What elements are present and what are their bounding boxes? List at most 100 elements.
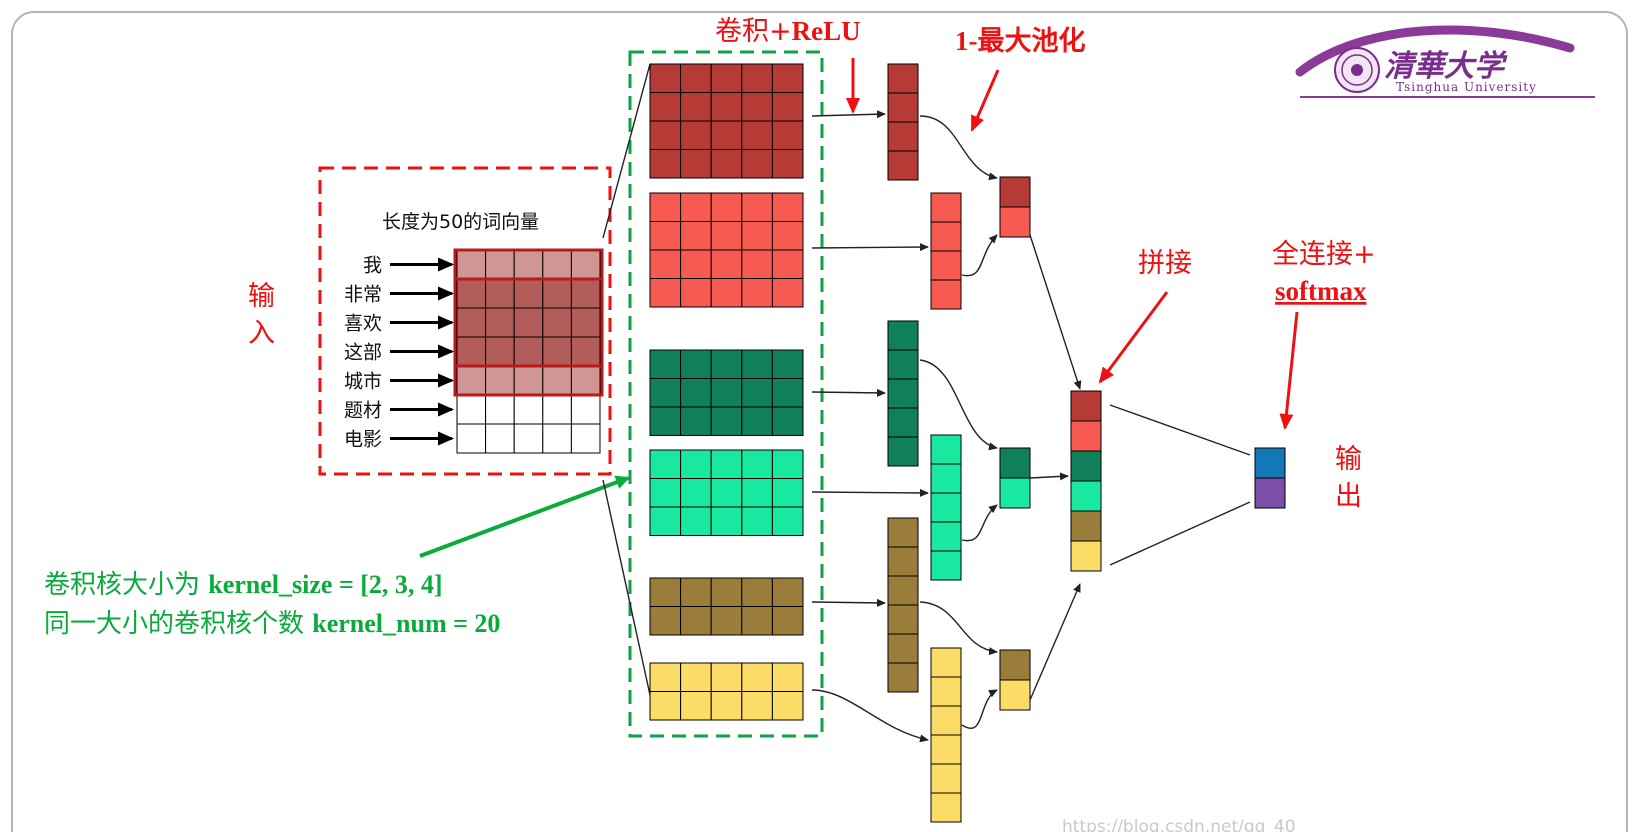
embedding-cell — [456, 249, 487, 280]
feature-map-yellow-cell — [680, 662, 712, 692]
relu-column-dark-green-cell — [887, 378, 919, 409]
feature-map-light-green-cell — [771, 478, 804, 508]
feature-map-olive-cell — [649, 577, 682, 607]
embedding-cell — [542, 423, 572, 454]
feature-map-dark-red-cell — [710, 63, 743, 93]
connector-arrow — [811, 598, 886, 607]
embedding-cell — [570, 307, 601, 338]
relu-column-dark-red — [887, 63, 919, 181]
feature-map-red-cell — [741, 221, 773, 251]
feature-map-dark-green — [649, 349, 804, 436]
feature-map-red-cell — [710, 192, 743, 222]
connector-arrow — [1029, 234, 1082, 390]
relu-column-olive-cell — [887, 662, 919, 693]
concat-vector — [1070, 390, 1102, 572]
label-maxpool: 1-最大池化 — [955, 26, 1086, 56]
pooled-yellow-cell — [999, 679, 1031, 711]
embedding-cell — [570, 278, 601, 309]
concat-arrow — [1098, 291, 1169, 384]
embedding-cell — [485, 365, 515, 396]
embedding-cell — [485, 394, 515, 425]
pooled-red-cell — [999, 176, 1031, 208]
label-input-2: 入 — [248, 318, 275, 349]
relu-column-olive — [887, 517, 919, 693]
pooled-red-cell — [999, 206, 1031, 238]
feature-map-dark-green-cell — [710, 378, 743, 408]
feature-map-light-green-cell — [710, 449, 743, 479]
relu-column-red-cell — [930, 279, 962, 310]
connector-arrow — [811, 388, 886, 397]
feature-map-red-cell — [771, 192, 804, 222]
kernel-num-line: 同一大小的卷积核个数 kernel_num = 20 — [44, 609, 500, 639]
concat-cell — [1070, 510, 1102, 542]
relu-column-olive-cell — [887, 546, 919, 577]
connector-arrow — [811, 689, 929, 743]
relu-column-dark-green-cell — [887, 320, 919, 351]
feature-map-light-green-cell — [680, 478, 712, 508]
embedding-cell — [542, 249, 572, 280]
feature-map-dark-green-cell — [680, 406, 712, 436]
connectors — [811, 110, 1251, 743]
feature-map-olive-cell — [680, 577, 712, 607]
feature-map-light-green-cell — [771, 449, 804, 479]
fc-line-bottom — [1109, 501, 1251, 566]
feature-map-red-cell — [741, 192, 773, 222]
embedding-cell — [456, 423, 487, 454]
embedding-cell — [570, 249, 601, 280]
relu-column-red — [930, 192, 962, 310]
feature-map-dark-red-cell — [710, 120, 743, 150]
relu-column-olive-cell — [887, 604, 919, 635]
feature-map-olive-cell — [680, 606, 712, 636]
logo-chinese: 清華大学 — [1384, 49, 1508, 84]
label-output-1: 输 — [1335, 444, 1362, 475]
feature-map-light-green-cell — [680, 506, 712, 536]
embedding-cell — [485, 336, 515, 367]
connector-arrow — [811, 488, 929, 497]
concat-cell — [1070, 450, 1102, 482]
feature-map-yellow-cell — [771, 691, 804, 721]
kernel-num-value: = 20 — [447, 609, 501, 638]
relu-column-dark-green — [887, 320, 919, 467]
relu-column-light-green-cell — [930, 492, 962, 523]
feature-map-dark-red-cell — [771, 149, 804, 179]
embedding-cell — [513, 394, 544, 425]
embedding-cell — [513, 365, 544, 396]
relu-column-light-green-cell — [930, 550, 962, 581]
word-label: 城市 — [344, 371, 382, 393]
feature-map-light-green-cell — [649, 478, 682, 508]
feature-map-light-green-cell — [649, 506, 682, 536]
feature-map-yellow-cell — [771, 662, 804, 692]
feature-map-red-cell — [710, 221, 743, 251]
feature-map-dark-green-cell — [710, 349, 743, 379]
relu-column-dark-red-cell — [887, 121, 919, 152]
watermark: https://blog.csdn.net/qq_40 — [1062, 817, 1296, 832]
embedding-cell — [542, 365, 572, 396]
feature-map-red-cell — [649, 221, 682, 251]
tsinghua-seal-icon — [1334, 47, 1380, 93]
feature-map-red-cell — [741, 249, 773, 279]
feature-map-dark-red-cell — [680, 120, 712, 150]
feature-blocks — [649, 63, 1286, 823]
feature-map-red-cell — [771, 221, 804, 251]
feature-map-dark-green-cell — [741, 406, 773, 436]
feature-map-light-green-cell — [710, 478, 743, 508]
feature-map-dark-red-cell — [649, 92, 682, 122]
feature-map-dark-red-cell — [680, 149, 712, 179]
feature-map-dark-red-cell — [741, 120, 773, 150]
feature-map-dark-green-cell — [771, 406, 804, 436]
feature-map-olive — [649, 577, 804, 636]
embedding-cell — [456, 278, 487, 309]
relu-column-olive-cell — [887, 633, 919, 664]
feature-map-dark-green-cell — [649, 378, 682, 408]
relu-column-dark-green-cell — [887, 349, 919, 380]
output-cell — [1254, 477, 1286, 509]
relu-column-dark-green-cell — [887, 407, 919, 438]
kernel-green-arrow — [419, 475, 630, 558]
pooled-yellow-cell — [999, 649, 1031, 681]
feature-map-dark-red-cell — [680, 92, 712, 122]
word-label: 电影 — [344, 429, 382, 451]
feature-map-dark-green-cell — [680, 349, 712, 379]
label-relu: ReLU — [792, 16, 861, 46]
relu-column-olive-cell — [887, 517, 919, 548]
pooled-green-cell — [999, 477, 1031, 509]
